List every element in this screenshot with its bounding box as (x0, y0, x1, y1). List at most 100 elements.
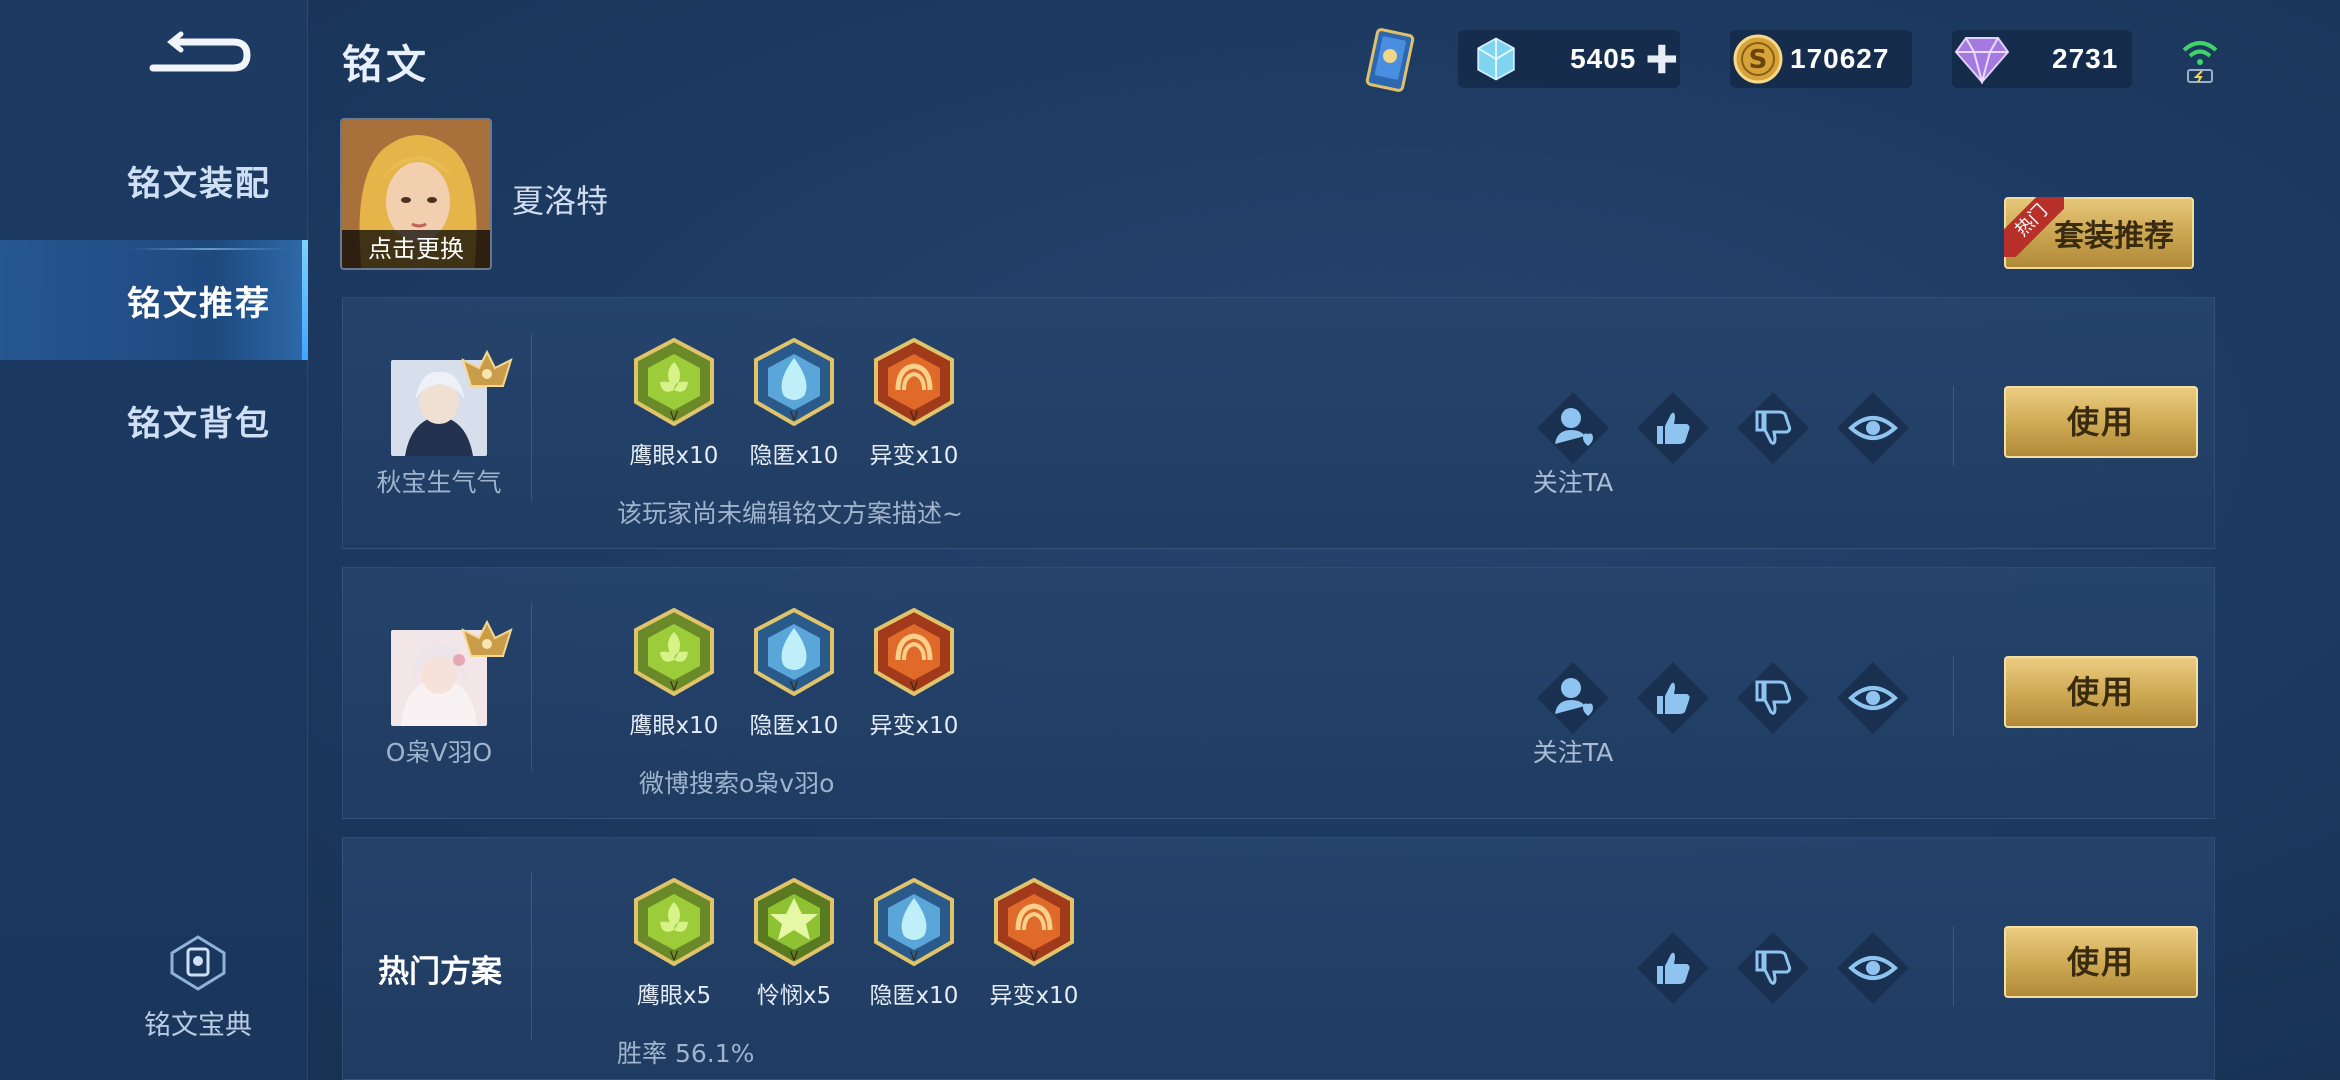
red-rune-icon: V (994, 877, 1074, 967)
svg-text:V: V (910, 409, 919, 423)
gold-value: 170627 (1790, 43, 1890, 74)
use-button[interactable]: 使用 (2004, 926, 2198, 998)
rune-label: 异变x10 (989, 983, 1079, 1009)
rune-plan-card: 秋宝生气气 V 鹰眼x10 V 隐匿x10 V 异变x10 该玩家尚未编辑铭文方… (342, 297, 2215, 549)
card-divider (531, 873, 532, 1041)
card-divider (531, 603, 532, 771)
svg-text:V: V (1030, 949, 1039, 963)
back-button[interactable] (145, 28, 255, 82)
svg-text:V: V (670, 949, 679, 963)
eye-icon (1837, 932, 1909, 1004)
rune-hawkeye[interactable]: V 鹰眼x5 (619, 877, 729, 1010)
use-button[interactable]: 使用 (2004, 386, 2198, 458)
thumbs-up-icon (1637, 932, 1709, 1004)
plan-description: 该玩家尚未编辑铭文方案描述~ (617, 499, 963, 528)
eye-icon (1837, 662, 1909, 734)
svg-text:V: V (790, 409, 799, 423)
rune-stealth[interactable]: V 隐匿x10 (859, 877, 969, 1010)
rune-mutation[interactable]: V 异变x10 (859, 337, 969, 470)
red-rune-icon: V (874, 337, 954, 427)
sidebar-item-label: 铭文推荐 (127, 283, 271, 324)
coupon-gem-icon (1477, 37, 1515, 81)
thumbs-up-icon (1637, 662, 1709, 734)
change-hero-label: 点击更换 (342, 230, 490, 268)
sidebar-item-bag[interactable]: 铭文背包 (0, 360, 308, 480)
sidebar-item-label: 铭文背包 (127, 403, 271, 444)
win-rate: 胜率 56.1% (617, 1039, 755, 1068)
follow-user-icon (1537, 392, 1609, 464)
handbook-button[interactable]: 铭文宝典 (138, 935, 258, 1042)
svg-text:V: V (910, 949, 919, 963)
hot-plan-title: 热门方案 (378, 954, 502, 990)
use-button[interactable]: 使用 (2004, 656, 2198, 728)
eye-icon (1837, 392, 1909, 464)
rune-label: 鹰眼x10 (629, 443, 719, 469)
rune-stealth[interactable]: V 隐匿x10 (739, 607, 849, 740)
rune-hawkeye[interactable]: V 鹰眼x10 (619, 607, 729, 740)
card-collection-icon[interactable] (1350, 26, 1430, 98)
dislike-button[interactable] (1733, 658, 1813, 738)
like-button[interactable] (1633, 388, 1713, 468)
view-button[interactable] (1833, 658, 1913, 738)
card-divider (1953, 656, 1954, 736)
sidebar-item-equip[interactable]: 铭文装配 (0, 120, 308, 240)
view-button[interactable] (1833, 928, 1913, 1008)
follow-label: 关注TA (1532, 738, 1614, 767)
follow-button[interactable] (1533, 388, 1613, 468)
rune-label: 异变x10 (869, 443, 959, 469)
follow-button[interactable] (1533, 658, 1613, 738)
blue-rune-icon: V (754, 607, 834, 697)
hero-portrait[interactable]: 点击更换 (340, 118, 492, 270)
rune-mercy[interactable]: V 怜悯x5 (739, 877, 849, 1010)
handbook-icon (170, 935, 226, 991)
sidebar-item-recommend[interactable]: 铭文推荐 (0, 240, 308, 360)
like-button[interactable] (1633, 658, 1713, 738)
green-rune-icon: V (634, 607, 714, 697)
rune-stealth[interactable]: V 隐匿x10 (739, 337, 849, 470)
rune-mutation[interactable]: V 异变x10 (979, 877, 1089, 1010)
svg-text:V: V (670, 679, 679, 693)
red-rune-icon: V (874, 607, 954, 697)
rank-badge-icon (461, 618, 513, 662)
diamond-balance: 2731 (1952, 30, 2132, 88)
view-button[interactable] (1833, 388, 1913, 468)
handbook-label: 铭文宝典 (144, 1010, 252, 1041)
svg-text:V: V (910, 679, 919, 693)
rank-badge-icon (461, 348, 513, 392)
rune-label: 鹰眼x5 (636, 983, 712, 1009)
coupon-value: 5405 (1570, 43, 1637, 74)
rune-label: 异变x10 (869, 713, 959, 739)
dislike-button[interactable] (1733, 388, 1813, 468)
rune-plan-card: 热门方案 V 鹰眼x5 V 怜悯x5 V 隐匿x10 V 异变x10 胜率 56… (342, 837, 2215, 1080)
rune-hawkeye[interactable]: V 鹰眼x10 (619, 337, 729, 470)
follow-user-icon (1537, 662, 1609, 734)
hot-badge: 热门 (2004, 197, 2064, 257)
svg-text:S: S (1749, 45, 1768, 75)
author-name: 秋宝生气气 (376, 468, 502, 497)
thumbs-up-icon (1637, 392, 1709, 464)
wifi-battery-icon (2180, 36, 2220, 86)
like-button[interactable] (1633, 928, 1713, 1008)
page-title: 铭文 (342, 42, 430, 88)
blue-rune-icon: V (874, 877, 954, 967)
green-rune-icon: V (634, 337, 714, 427)
sidebar: 铭文装配 铭文推荐 铭文背包 铭文宝典 (0, 0, 308, 1080)
rune-plan-card: O枭V羽O V 鹰眼x10 V 隐匿x10 V 异变x10 微博搜索o枭v羽o (342, 567, 2215, 819)
thumbs-down-icon (1737, 932, 1809, 1004)
hero-name: 夏洛特 (512, 182, 609, 220)
diamond-value: 2731 (2052, 43, 2119, 74)
svg-text:V: V (790, 949, 799, 963)
add-coupon-icon[interactable] (1644, 39, 1680, 79)
card-divider (1953, 386, 1954, 466)
card-divider (531, 333, 532, 501)
rune-mutation[interactable]: V 异变x10 (859, 607, 969, 740)
hot-badge-label: 热门 (2004, 197, 2064, 257)
suit-recommend-label: 套装推荐 (2054, 219, 2174, 254)
card-divider (1953, 926, 1954, 1006)
active-glow (130, 248, 288, 250)
gold-coin-icon: S (1733, 34, 1783, 84)
rune-label: 怜悯x5 (756, 983, 832, 1009)
plan-description: 微博搜索o枭v羽o (639, 769, 835, 798)
svg-text:V: V (790, 679, 799, 693)
dislike-button[interactable] (1733, 928, 1813, 1008)
